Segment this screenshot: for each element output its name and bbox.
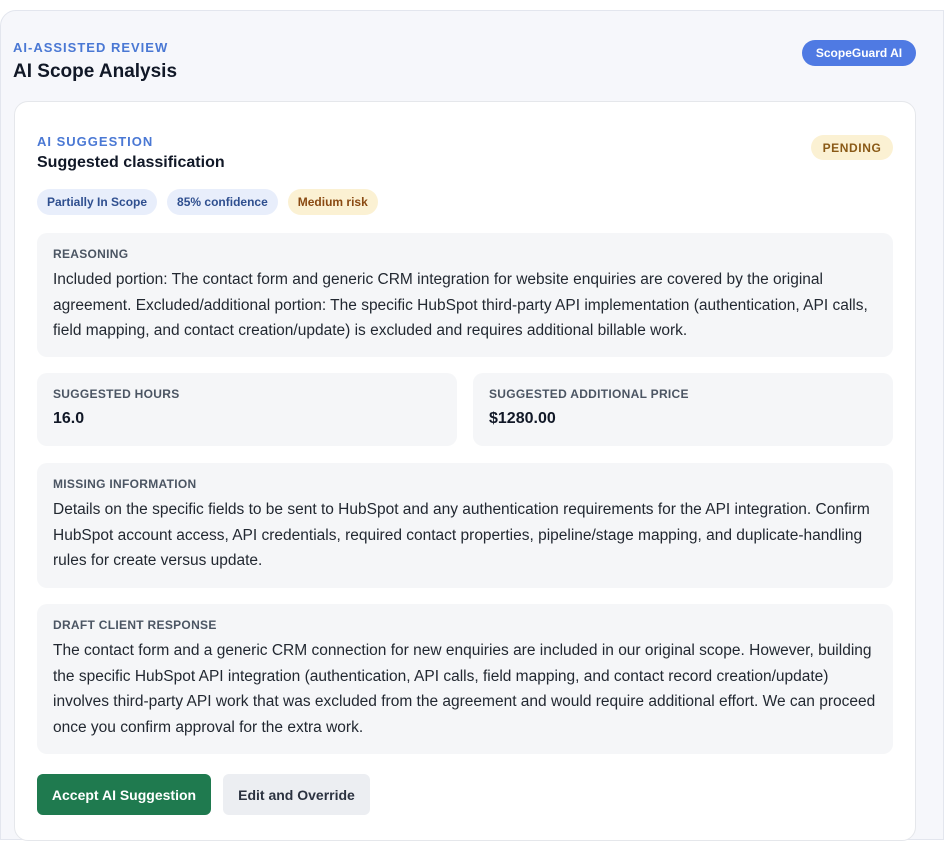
status-badge: PENDING <box>811 135 893 160</box>
suggested-price-panel: SUGGESTED ADDITIONAL PRICE $1280.00 <box>473 373 893 446</box>
risk-chip: Medium risk <box>287 189 378 215</box>
edit-and-override-button[interactable]: Edit and Override <box>223 774 370 815</box>
suggested-hours-value: 16.0 <box>53 410 85 427</box>
missing-information-label: MISSING INFORMATION <box>53 477 197 491</box>
brand-badge: ScopeGuard AI <box>802 40 916 66</box>
reasoning-text: Included portion: The contact form and g… <box>53 271 868 340</box>
suggested-price-label: SUGGESTED ADDITIONAL PRICE <box>489 387 689 401</box>
classification-chips: Partially In Scope 85% confidence Medium… <box>37 189 378 215</box>
suggested-price-value: $1280.00 <box>489 410 556 427</box>
card-title: Suggested classification <box>37 154 225 171</box>
accept-ai-suggestion-button[interactable]: Accept AI Suggestion <box>37 774 211 815</box>
suggested-hours-panel: SUGGESTED HOURS 16.0 <box>37 373 457 446</box>
draft-client-response-panel: DRAFT CLIENT RESPONSE The contact form a… <box>37 604 893 754</box>
suggested-hours-label: SUGGESTED HOURS <box>53 387 180 401</box>
section-eyebrow: AI-ASSISTED REVIEW <box>13 40 169 55</box>
draft-client-response-label: DRAFT CLIENT RESPONSE <box>53 618 217 632</box>
card-eyebrow: AI SUGGESTION <box>37 134 154 149</box>
draft-client-response-text: The contact form and a generic CRM conne… <box>53 642 876 737</box>
missing-information-panel: MISSING INFORMATION Details on the speci… <box>37 463 893 588</box>
ai-suggestion-card: AI SUGGESTION Suggested classification P… <box>14 101 916 841</box>
classification-chip: Partially In Scope <box>37 189 158 215</box>
confidence-chip: 85% confidence <box>167 189 278 215</box>
missing-information-text: Details on the specific fields to be sen… <box>53 501 870 570</box>
ai-scope-analysis-section: AI-ASSISTED REVIEW AI Scope Analysis Sco… <box>0 10 944 841</box>
page-title: AI Scope Analysis <box>13 61 178 82</box>
reasoning-panel: REASONING Included portion: The contact … <box>37 233 893 357</box>
reasoning-label: REASONING <box>53 247 129 261</box>
